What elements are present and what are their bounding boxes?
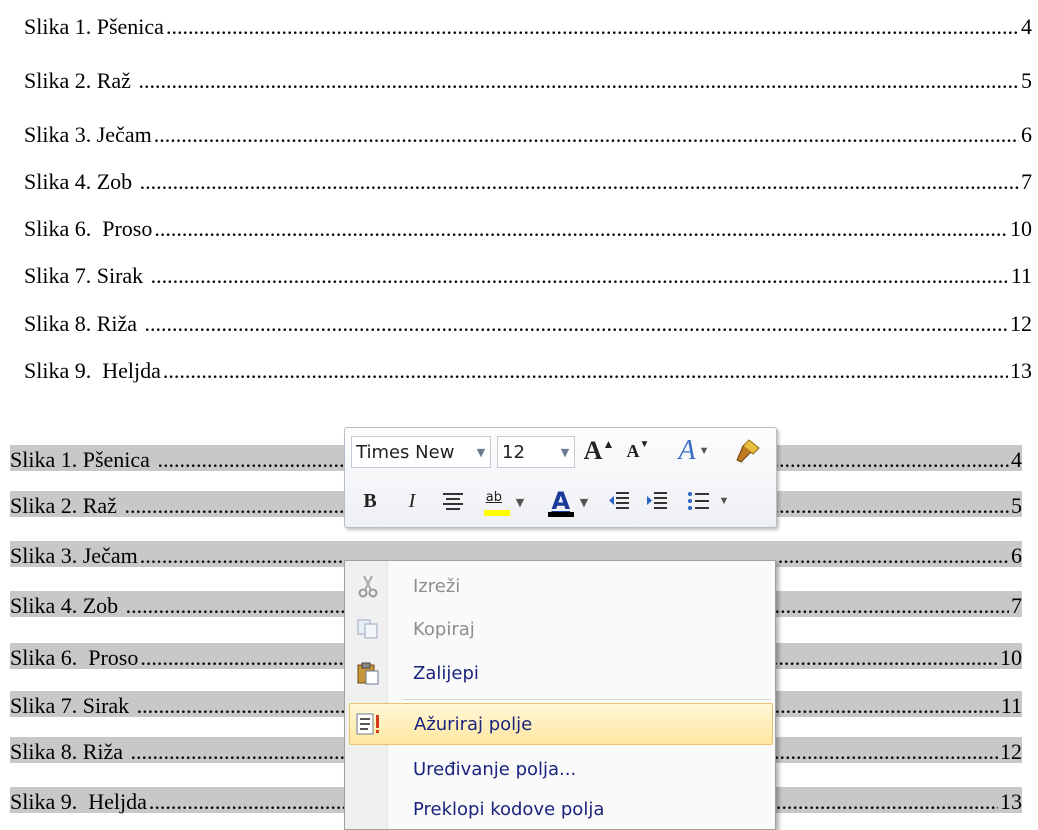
highlighter-icon: ab <box>483 488 510 516</box>
grow-font-button[interactable]: A ▲ <box>581 436 617 466</box>
bullets-icon <box>687 492 709 510</box>
caret-down-icon: ▼ <box>639 438 650 450</box>
toc-entry[interactable]: Slika 8. Riža 12 <box>24 305 1032 335</box>
align-center-icon <box>443 493 463 510</box>
mini-toolbar: Times New ▼ 12 ▼ A▲ A▼ A▼ B I ab ▼ A <box>344 427 777 528</box>
copy-icon <box>351 612 385 646</box>
shrink-font-button[interactable]: A ▼ <box>621 436 655 466</box>
toc-entry[interactable]: Slika 4. Zob 7 <box>24 163 1032 193</box>
toc-entry[interactable]: Slika 2. Raž 5 <box>24 62 1032 92</box>
caret-up-icon: ▲ <box>602 436 615 451</box>
context-menu: Izreži Kopiraj Zalijepi Ažuriraj polje U… <box>344 560 776 830</box>
font-color-icon: A <box>547 487 574 517</box>
scissors-icon <box>351 569 385 603</box>
font-color-button[interactable]: A ▼ <box>541 486 595 518</box>
decrease-indent-icon <box>609 492 629 509</box>
bullets-button[interactable]: ▼ <box>679 486 737 516</box>
highlight-button[interactable]: ab ▼ <box>477 486 531 518</box>
center-align-button[interactable] <box>437 486 469 516</box>
toc-entry[interactable]: Slika 1. Pšenica4 <box>24 8 1032 38</box>
chevron-down-icon: ▼ <box>718 495 730 507</box>
font-name-combo[interactable]: Times New ▼ <box>351 436 491 468</box>
paste-icon <box>351 656 385 690</box>
update-field-icon <box>352 707 386 741</box>
decrease-indent-button[interactable] <box>603 486 635 516</box>
bold-button[interactable]: B <box>355 486 385 516</box>
menu-item-cut[interactable]: Izreži <box>349 566 771 606</box>
menu-item-paste[interactable]: Zalijepi <box>349 653 771 693</box>
chevron-down-icon: ▼ <box>560 445 570 459</box>
menu-item-copy[interactable]: Kopiraj <box>349 609 771 649</box>
toc-entry[interactable]: Slika 9. Heljda13 <box>24 352 1032 382</box>
menu-item-toggle-field-codes[interactable]: Preklopi kodove polja <box>349 789 771 829</box>
menu-item-edit-field[interactable]: Uređivanje polja... <box>349 749 771 789</box>
toc-entry[interactable]: Slika 3. Ječam6 <box>24 116 1032 146</box>
font-size-combo[interactable]: 12 ▼ <box>497 436 575 468</box>
increase-indent-icon <box>647 492 667 509</box>
format-painter-button[interactable] <box>729 436 765 466</box>
chevron-down-icon: ▼ <box>515 495 525 509</box>
styles-button[interactable]: A ▼ <box>669 434 719 468</box>
toc-entry[interactable]: Slika 6. Proso10 <box>24 210 1032 240</box>
chevron-down-icon: ▼ <box>698 445 710 457</box>
format-painter-icon <box>736 439 760 463</box>
chevron-down-icon: ▼ <box>476 445 486 459</box>
chevron-down-icon: ▼ <box>579 495 589 509</box>
toc-entry[interactable]: Slika 7. Sirak 11 <box>24 257 1032 287</box>
italic-button[interactable]: I <box>397 486 427 516</box>
increase-indent-button[interactable] <box>641 486 673 516</box>
menu-item-update-field[interactable]: Ažuriraj polje <box>349 703 773 745</box>
